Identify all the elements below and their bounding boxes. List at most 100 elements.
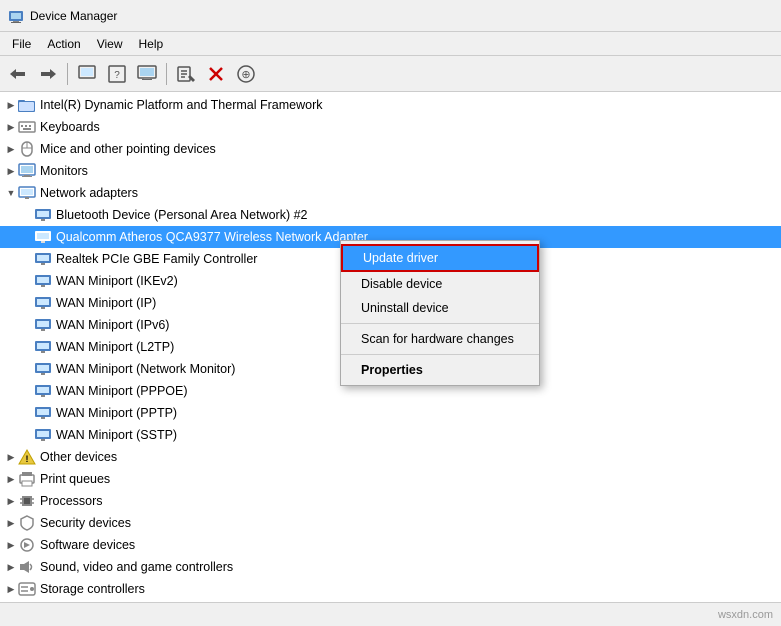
tree-label-processors: Processors — [40, 494, 103, 508]
tree-item-storage[interactable]: ▶ Storage controllers — [0, 578, 781, 600]
tree-label-other-devices: Other devices — [40, 450, 117, 464]
tree-item-software-devices[interactable]: ▶ Software devices — [0, 534, 781, 556]
tree-icon-bluetooth — [34, 207, 52, 223]
ctx-item-properties[interactable]: Properties — [341, 358, 539, 382]
toolbar-sep-1 — [67, 63, 68, 85]
tree-toggle-wan-pptp — [20, 406, 34, 420]
tree-label-bluetooth: Bluetooth Device (Personal Area Network)… — [56, 208, 308, 222]
tree-item-keyboards[interactable]: ▶ Keyboards — [0, 116, 781, 138]
tree-toggle-wan-sstp — [20, 428, 34, 442]
menu-help[interactable]: Help — [131, 35, 172, 53]
tree-item-processors[interactable]: ▶ Processors — [0, 490, 781, 512]
tree-item-monitors[interactable]: ▶Monitors — [0, 160, 781, 182]
tree-label-storage: Storage controllers — [40, 582, 145, 596]
tree-icon-sound — [18, 559, 36, 575]
menu-action[interactable]: Action — [39, 35, 88, 53]
tree-item-bluetooth[interactable]: Bluetooth Device (Personal Area Network)… — [0, 204, 781, 226]
display-button[interactable] — [133, 60, 161, 88]
tree-item-mice[interactable]: ▶Mice and other pointing devices — [0, 138, 781, 160]
tree-icon-qualcomm — [34, 229, 52, 245]
tree-toggle-security-devices[interactable]: ▶ — [4, 516, 18, 530]
svg-text:⊕: ⊕ — [241, 69, 250, 81]
tree-toggle-qualcomm — [20, 230, 34, 244]
tree-label-wan-ipv6: WAN Miniport (IPv6) — [56, 318, 169, 332]
remove-button[interactable] — [202, 60, 230, 88]
tree-label-wan-l2tp: WAN Miniport (L2TP) — [56, 340, 174, 354]
tree-icon-wan-ipv6 — [34, 317, 52, 333]
tree-label-wan-nm: WAN Miniport (Network Monitor) — [56, 362, 235, 376]
tree-toggle-sound[interactable]: ▶ — [4, 560, 18, 574]
tree-label-intel: Intel(R) Dynamic Platform and Thermal Fr… — [40, 98, 322, 112]
tree-item-wan-sstp[interactable]: WAN Miniport (SSTP) — [0, 424, 781, 446]
tree-icon-mice — [18, 141, 36, 157]
tree-label-keyboards: Keyboards — [40, 120, 100, 134]
tree-label-qualcomm: Qualcomm Atheros QCA9377 Wireless Networ… — [56, 230, 368, 244]
tree-icon-processors — [18, 493, 36, 509]
tree-toggle-wan-ikev2 — [20, 274, 34, 288]
tree-label-wan-sstp: WAN Miniport (SSTP) — [56, 428, 177, 442]
forward-button[interactable] — [34, 60, 62, 88]
back-button[interactable] — [4, 60, 32, 88]
tree-toggle-wan-l2tp — [20, 340, 34, 354]
tree-icon-wan-nm — [34, 361, 52, 377]
tree-item-wan-pptp[interactable]: WAN Miniport (PPTP) — [0, 402, 781, 424]
tree-icon-wan-ip — [34, 295, 52, 311]
tree-label-network-adapters: Network adapters — [40, 186, 138, 200]
tree-icon-intel — [18, 97, 36, 113]
tree-label-wan-ikev2: WAN Miniport (IKEv2) — [56, 274, 178, 288]
tree-toggle-other-devices[interactable]: ▶ — [4, 450, 18, 464]
tree-icon-wan-pptp — [34, 405, 52, 421]
tree-icon-keyboards — [18, 119, 36, 135]
scan-button[interactable] — [172, 60, 200, 88]
tree-item-security-devices[interactable]: ▶ Security devices — [0, 512, 781, 534]
tree-toggle-wan-pppoe — [20, 384, 34, 398]
tree-label-wan-pptp: WAN Miniport (PPTP) — [56, 406, 177, 420]
tree-icon-wan-ikev2 — [34, 273, 52, 289]
watermark: wsxdn.com — [718, 609, 773, 621]
title-bar: Device Manager — [0, 0, 781, 32]
tree-toggle-network-adapters[interactable]: ▼ — [4, 186, 18, 200]
tree-toggle-monitors[interactable]: ▶ — [4, 164, 18, 178]
toolbar: ? ⊕ — [0, 56, 781, 92]
tree-toggle-keyboards[interactable]: ▶ — [4, 120, 18, 134]
tree-label-wan-pppoe: WAN Miniport (PPPOE) — [56, 384, 188, 398]
tree-toggle-software-devices[interactable]: ▶ — [4, 538, 18, 552]
tree-label-security-devices: Security devices — [40, 516, 131, 530]
tree-toggle-print-queues[interactable]: ▶ — [4, 472, 18, 486]
tree-item-other-devices[interactable]: ▶! Other devices — [0, 446, 781, 468]
tree-icon-wan-l2tp — [34, 339, 52, 355]
properties-button[interactable] — [73, 60, 101, 88]
tree-toggle-wan-nm — [20, 362, 34, 376]
tree-toggle-intel[interactable]: ▶ — [4, 98, 18, 112]
menu-file[interactable]: File — [4, 35, 39, 53]
tree-label-software-devices: Software devices — [40, 538, 135, 552]
tree-icon-software-devices — [18, 537, 36, 553]
tree-toggle-processors[interactable]: ▶ — [4, 494, 18, 508]
tree-icon-network-adapters — [18, 185, 36, 201]
menu-view[interactable]: View — [89, 35, 131, 53]
tree-icon-realtek — [34, 251, 52, 267]
tree-icon-wan-sstp — [34, 427, 52, 443]
update-driver-button[interactable]: ? — [103, 60, 131, 88]
download-button[interactable]: ⊕ — [232, 60, 260, 88]
tree-toggle-wan-ipv6 — [20, 318, 34, 332]
status-bar: wsxdn.com — [0, 602, 781, 626]
ctx-item-uninstall-device[interactable]: Uninstall device — [341, 296, 539, 320]
ctx-item-update-driver[interactable]: Update driver — [341, 244, 539, 272]
tree-icon-other-devices: ! — [18, 449, 36, 465]
tree-item-network-adapters[interactable]: ▼ Network adapters — [0, 182, 781, 204]
tree-item-print-queues[interactable]: ▶Print queues — [0, 468, 781, 490]
tree-toggle-storage[interactable]: ▶ — [4, 582, 18, 596]
tree-item-intel[interactable]: ▶ Intel(R) Dynamic Platform and Thermal F… — [0, 94, 781, 116]
title-bar-title: Device Manager — [30, 9, 117, 23]
tree-toggle-realtek — [20, 252, 34, 266]
ctx-item-scan-hardware[interactable]: Scan for hardware changes — [341, 327, 539, 351]
ctx-item-disable-device[interactable]: Disable device — [341, 272, 539, 296]
tree-item-sound[interactable]: ▶ Sound, video and game controllers — [0, 556, 781, 578]
tree-toggle-mice[interactable]: ▶ — [4, 142, 18, 156]
tree-icon-monitors — [18, 163, 36, 179]
tree-icon-print-queues — [18, 471, 36, 487]
tree-label-wan-ip: WAN Miniport (IP) — [56, 296, 156, 310]
tree-label-sound: Sound, video and game controllers — [40, 560, 233, 574]
tree-label-realtek: Realtek PCIe GBE Family Controller — [56, 252, 257, 266]
